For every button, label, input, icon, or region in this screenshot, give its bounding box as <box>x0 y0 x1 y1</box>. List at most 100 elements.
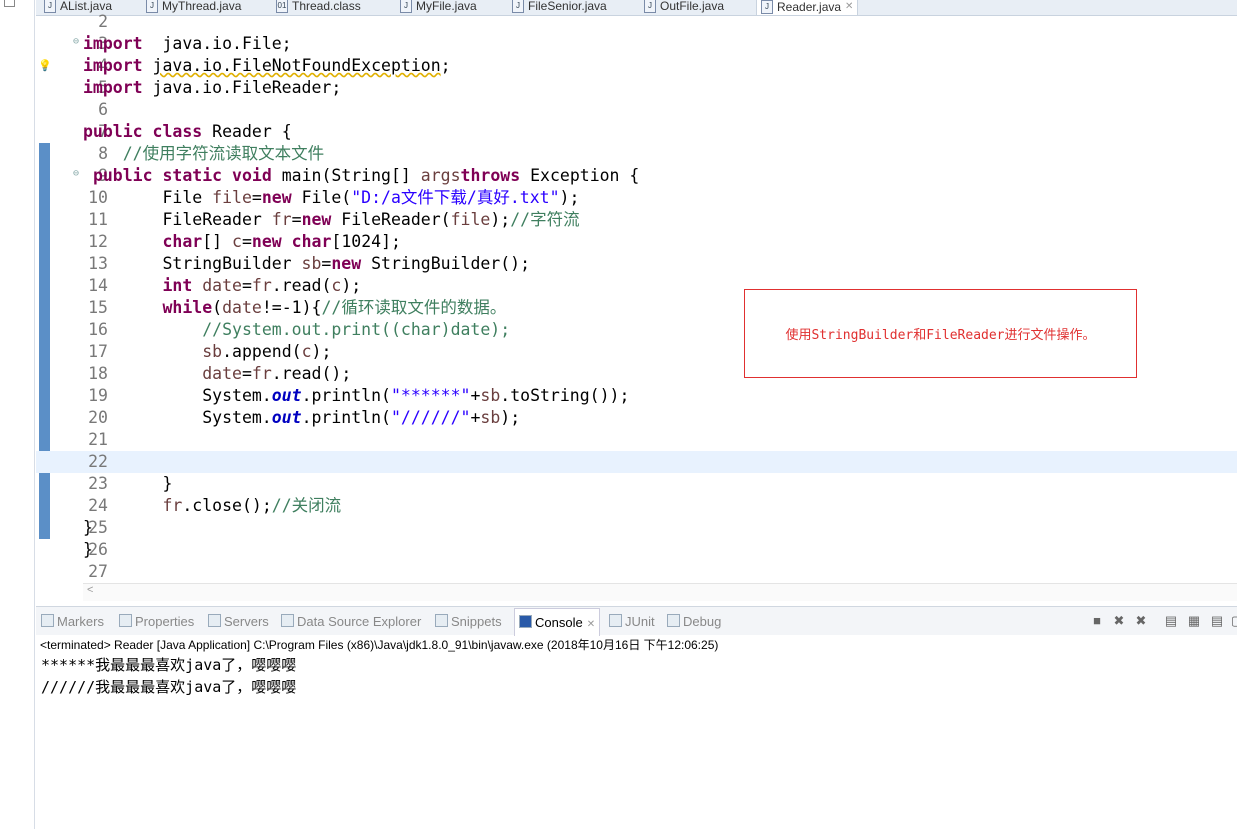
code-token: file <box>450 210 491 229</box>
tab-snippets[interactable]: Snippets <box>435 614 502 629</box>
code-token: !=-1){ <box>261 298 322 317</box>
code-line: 8 //使用字符流读取文本文件 <box>36 143 1237 165</box>
code-line: 5 import java.io.FileReader; <box>36 77 1237 99</box>
markers-icon <box>41 614 54 627</box>
tab-servers[interactable]: Servers <box>208 614 269 629</box>
scroll-left-icon[interactable]: < <box>87 584 93 596</box>
code-text: //System.out.print((char)date); <box>83 319 510 341</box>
line-number: 6 <box>98 100 108 119</box>
clear-console-icon[interactable]: ▤ <box>1164 614 1178 628</box>
code-line: 20 System.out.println("//////"+sb); <box>36 407 1237 429</box>
code-token: FileReader <box>83 210 272 229</box>
code-line: 6 <box>36 99 1237 121</box>
close-icon[interactable]: ✕ <box>587 619 595 630</box>
code-token: c <box>331 276 342 295</box>
code-token: date <box>202 276 242 295</box>
tab-properties[interactable]: Properties <box>119 614 194 629</box>
code-line: 24 fr.close();//关闭流 <box>36 495 1237 517</box>
tab-label: Properties <box>135 614 195 629</box>
code-token: = <box>291 210 302 229</box>
comment: //循环读取文件的数据。 <box>321 298 507 317</box>
keyword: char <box>291 232 332 251</box>
code-token: file <box>212 188 252 207</box>
code-text: public class Reader { <box>83 121 292 143</box>
tab-data-source-explorer[interactable]: Data Source Explorer <box>281 614 421 629</box>
code-token: main(String[] <box>271 166 421 185</box>
code-token: Exception { <box>520 166 640 185</box>
code-text: System.out.println("******"+sb.toString(… <box>83 385 629 407</box>
tab-console[interactable]: Console ✕ <box>514 608 601 636</box>
code-line: 26} <box>36 539 1237 561</box>
code-line: 10 File file=new File("D:/a文件下载/真好.txt")… <box>36 187 1237 209</box>
console-process-info: <terminated> Reader [Java Application] C… <box>40 638 719 652</box>
keyword: new <box>301 210 332 229</box>
code-token: System. <box>83 408 272 427</box>
code-token: fr <box>162 496 183 515</box>
code-text: while(date!=-1){//循环读取文件的数据。 <box>83 297 506 319</box>
horizontal-scrollbar[interactable]: < <box>83 583 1237 601</box>
code-token: fr <box>251 364 272 383</box>
code-text: File file=new File("D:/a文件下载/真好.txt"); <box>83 187 579 209</box>
code-text: public static void main(String[] argsthr… <box>83 165 639 187</box>
tab-label: Debug <box>683 614 722 629</box>
servers-icon <box>208 614 221 627</box>
code-text: FileReader fr=new FileReader(file);//字符流 <box>83 209 579 231</box>
restore-icon[interactable] <box>4 0 15 7</box>
line-number: 2 <box>98 12 108 31</box>
code-token: ; <box>440 56 451 75</box>
line-number: 27 <box>88 562 108 581</box>
code-token: [1024]; <box>331 232 401 251</box>
code-token: [] <box>202 232 233 251</box>
code-token: fr <box>251 276 272 295</box>
remove-launch-icon[interactable]: ✖ <box>1112 614 1126 628</box>
console-icon <box>519 615 532 628</box>
keyword: class <box>152 122 203 141</box>
console-output-line: ******我最最最喜欢java了，嘤嘤嘤 <box>41 656 297 674</box>
code-token: System. <box>83 386 272 405</box>
code-token: c <box>301 342 312 361</box>
code-text: } <box>83 473 172 495</box>
code-text: int date=fr.read(c); <box>83 275 361 297</box>
data-source-icon <box>281 614 294 627</box>
code-token: .close(); <box>182 496 272 515</box>
warning-lightbulb-icon[interactable]: 💡 <box>38 55 52 77</box>
keyword: static <box>162 166 223 185</box>
code-token: = <box>241 276 252 295</box>
code-token: = <box>251 188 262 207</box>
console-tab-bar: Markers Properties Servers Data Source Expl… <box>36 606 1237 636</box>
tab-junit[interactable]: JUnit <box>609 614 655 629</box>
display-console-icon[interactable]: ▢ <box>1230 614 1237 628</box>
code-token: StringBuilder(); <box>361 254 531 273</box>
code-token: = <box>241 364 252 383</box>
code-text: System.out.println("//////"+sb); <box>83 407 520 429</box>
tab-label: Data Source Explorer <box>297 614 422 629</box>
code-line: 22 <box>36 451 1237 473</box>
terminate-icon[interactable]: ■ <box>1090 614 1104 628</box>
code-token: java.io.File; <box>142 34 292 53</box>
code-token: date <box>222 298 262 317</box>
tab-label: Markers <box>57 614 104 629</box>
code-token: File <box>83 188 213 207</box>
code-token: } <box>83 518 93 537</box>
line-number: 22 <box>88 452 108 471</box>
scroll-lock-icon[interactable]: ▦ <box>1187 614 1201 628</box>
tab-markers[interactable]: Markers <box>41 614 104 629</box>
fold-icon[interactable]: ⊖ <box>73 31 79 53</box>
code-text: StringBuilder sb=new StringBuilder(); <box>83 253 530 275</box>
keyword: while <box>162 298 213 317</box>
code-line: 2 <box>36 11 1237 33</box>
remove-all-terminated-icon[interactable]: ✖ <box>1134 614 1148 628</box>
tab-debug[interactable]: Debug <box>667 614 721 629</box>
annotation-box: 使用StringBuilder和FileReader进行文件操作。 <box>744 289 1137 378</box>
snippets-icon <box>435 614 448 627</box>
keyword: import <box>83 78 143 97</box>
word-wrap-icon[interactable]: ▤ <box>1210 614 1224 628</box>
fold-icon[interactable]: ⊖ <box>73 163 79 185</box>
debug-icon <box>667 614 680 627</box>
